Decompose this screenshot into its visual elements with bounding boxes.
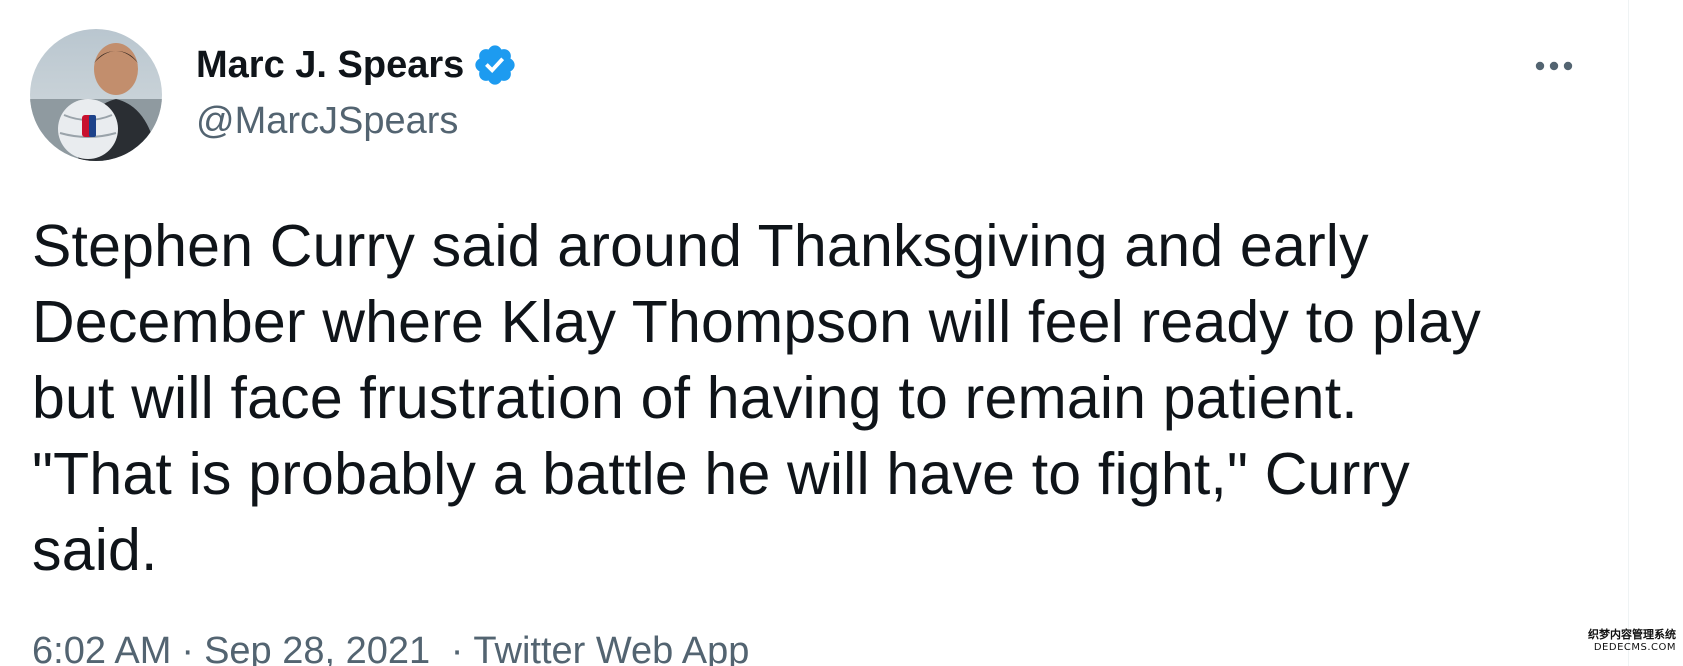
tweet-time: 6:02 AM — [32, 630, 172, 666]
tweet-card: Marc J. Spears @MarcJSpears Stephen Curr… — [0, 0, 1628, 666]
author-avatar[interactable] — [30, 29, 162, 161]
site-watermark: 织梦内容管理系统 DEDECMS.COM — [1570, 628, 1676, 654]
tweet-date: Sep 28, 2021 — [204, 630, 431, 666]
tweet-metadata: 6:02 AM · Sep 28, 2021 · Twitter Web App — [32, 628, 749, 666]
tweet-timestamp-link[interactable]: 6:02 AM · Sep 28, 2021 — [32, 630, 441, 666]
tweet-source: Twitter Web App — [473, 630, 750, 666]
more-dots-icon — [1535, 61, 1573, 71]
column-divider — [1628, 0, 1629, 666]
watermark-line-2: DEDECMS.COM — [1593, 642, 1676, 653]
more-options-button[interactable] — [1524, 44, 1584, 88]
meta-separator: · — [450, 630, 464, 666]
avatar-photo-icon — [30, 29, 162, 161]
author-name-link[interactable]: Marc J. Spears — [196, 42, 518, 88]
author-handle[interactable]: @MarcJSpears — [196, 98, 458, 144]
tweet-page: Marc J. Spears @MarcJSpears Stephen Curr… — [0, 0, 1683, 666]
watermark-line-1: 织梦内容管理系统 — [1588, 628, 1676, 641]
meta-separator: · — [181, 630, 195, 666]
tweet-text: Stephen Curry said around Thanksgiving a… — [32, 213, 1481, 583]
author-display-name: Marc J. Spears — [196, 44, 465, 86]
verified-badge-icon — [472, 42, 518, 88]
